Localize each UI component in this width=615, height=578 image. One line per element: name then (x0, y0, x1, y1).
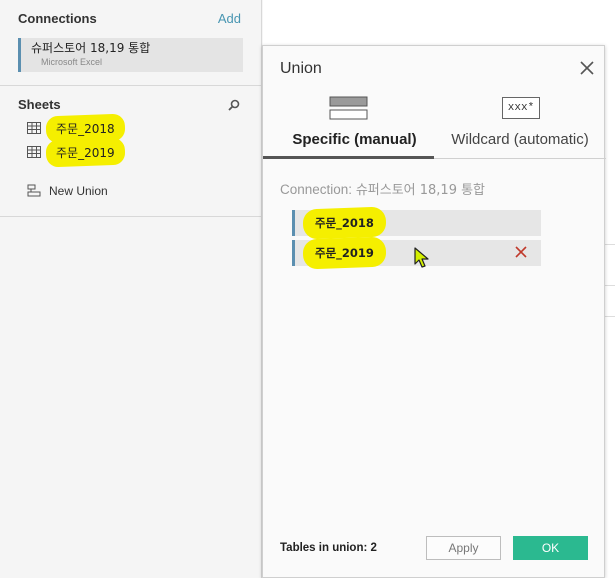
remove-icon[interactable] (515, 246, 527, 258)
tab-specific[interactable]: Specific (manual) (263, 92, 434, 158)
table-icon (27, 122, 41, 134)
divider (605, 316, 615, 317)
tables-in-union: Tables in union: 2 (280, 542, 377, 554)
data-source-sidebar: Connections Add 슈퍼스토어 18,19 통합 Microsoft… (0, 0, 262, 578)
connections-title: Connections (18, 11, 97, 26)
union-table-label: 주문_2019 (309, 243, 380, 263)
add-connection-link[interactable]: Add (218, 11, 241, 26)
mouse-cursor-icon (414, 247, 429, 268)
divider (0, 85, 262, 86)
wildcard-icon: xxx* (502, 97, 540, 119)
sheet-item[interactable]: 주문_2019 (27, 142, 121, 162)
new-union-item[interactable]: New Union (27, 184, 108, 198)
union-icon (27, 184, 41, 197)
close-icon[interactable] (580, 61, 594, 75)
tab-label: Specific (manual) (292, 131, 417, 148)
union-table-label: 주문_2018 (309, 213, 380, 233)
tab-label: Wildcard (automatic) (451, 131, 589, 148)
connection-prefix: Connection: (280, 182, 356, 197)
ok-button[interactable]: OK (513, 536, 588, 560)
sheets-title: Sheets (18, 97, 61, 112)
divider (605, 244, 615, 245)
apply-button[interactable]: Apply (426, 536, 501, 560)
tab-wildcard[interactable]: xxx* Wildcard (automatic) (434, 92, 606, 158)
dialog-title: Union (280, 60, 322, 77)
connection-name: 슈퍼스토어 18,19 통합 (355, 183, 486, 198)
sheet-item[interactable]: 주문_2018 (27, 118, 121, 138)
union-table-row[interactable]: 주문_2018 (292, 210, 541, 236)
divider (605, 285, 615, 286)
search-icon[interactable] (227, 98, 241, 112)
divider (0, 216, 262, 217)
union-dialog: Union Specific (manual) xxx* Wildcard (a… (262, 45, 606, 578)
dialog-connection: Connection: 슈퍼스토어 18,19 통합 (280, 179, 485, 198)
new-union-label: New Union (49, 184, 108, 198)
sheet-label: 주문_2019 (50, 142, 121, 163)
connection-type: Microsoft Excel (41, 57, 103, 67)
active-tab-indicator (263, 156, 434, 159)
connection-name: 슈퍼스토어 18,19 통합 (31, 41, 151, 55)
sheet-label: 주문_2018 (50, 118, 121, 139)
stacked-tables-icon (329, 96, 368, 120)
table-icon (27, 146, 41, 158)
connection-item[interactable]: 슈퍼스토어 18,19 통합 Microsoft Excel (18, 38, 243, 72)
